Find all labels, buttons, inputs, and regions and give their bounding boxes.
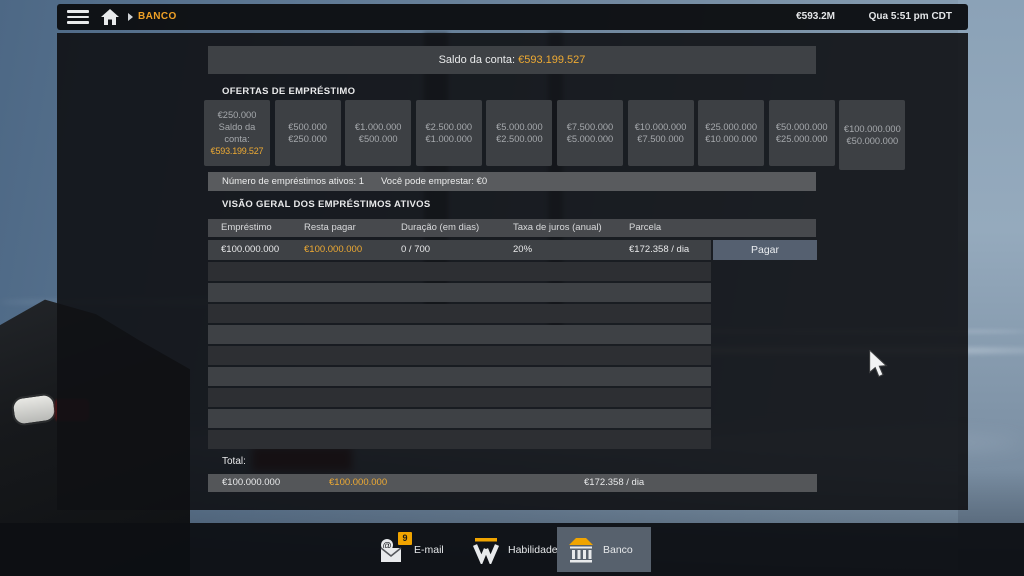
loans-total-row: €100.000.000 €100.000.000 €172.358 / dia	[208, 474, 817, 492]
total-label: Total:	[222, 456, 246, 467]
loan-offer-tile[interactable]: €5.000.000 €2.500.000	[486, 100, 552, 166]
table-row	[208, 409, 711, 428]
loan-installment: €172.358 / dia	[629, 240, 689, 260]
col-parcela: Parcela	[629, 219, 661, 237]
loan-offer-tile[interactable]: €7.500.000 €5.000.000	[557, 100, 623, 166]
table-row	[208, 325, 711, 344]
table-row	[208, 388, 711, 407]
total-installment: €172.358 / dia	[584, 474, 644, 492]
pay-loan-button[interactable]: Pagar	[713, 240, 817, 260]
bottom-tab-bar: @ 9 E-mail Habilidades	[0, 523, 1024, 576]
email-icon: @ 9	[378, 536, 406, 564]
breadcrumb-arrow-icon	[128, 13, 133, 21]
col-resta-pagar: Resta pagar	[304, 219, 356, 237]
loan-offer-tile[interactable]: €250.000 Saldo da conta: €593.199.527	[204, 100, 270, 166]
tab-skills[interactable]: Habilidades	[462, 527, 556, 572]
home-icon[interactable]	[99, 8, 121, 26]
loan-interest: 20%	[513, 240, 532, 260]
loan-status-bar: Número de empréstimos ativos: 1 Você pod…	[208, 172, 816, 191]
loan-offer-tile[interactable]: €500.000 €250.000	[275, 100, 341, 166]
loan-amount: €100.000.000	[221, 240, 279, 260]
account-balance-label: Saldo da conta:	[439, 54, 515, 66]
total-loan-amount: €100.000.000	[222, 474, 280, 492]
loan-offer-tile[interactable]: €1.000.000 €500.000	[345, 100, 411, 166]
game-screen: BANCO €593.2M Qua 5:51 pm CDT Saldo da c…	[0, 0, 1024, 576]
table-row	[208, 346, 711, 365]
skills-icon	[472, 536, 500, 564]
account-balance-bar: Saldo da conta: €593.199.527	[208, 46, 816, 74]
loan-remaining: €100.000.000	[304, 240, 362, 260]
table-row	[208, 262, 711, 281]
tab-bank[interactable]: Banco	[557, 527, 651, 572]
email-unread-badge: 9	[398, 532, 412, 545]
bank-icon	[567, 536, 595, 564]
loan-offer-tile[interactable]: €10.000.000 €7.500.000	[628, 100, 694, 166]
table-row	[208, 304, 711, 323]
loan-duration: 0 / 700	[401, 240, 430, 260]
loan-offers-heading: OFERTAS DE EMPRÉSTIMO	[222, 86, 355, 97]
tile-balance-value: €593.199.527	[211, 145, 264, 157]
menu-icon[interactable]	[67, 10, 89, 24]
tab-email[interactable]: @ 9 E-mail	[368, 527, 462, 572]
game-datetime: Qua 5:51 pm CDT	[869, 11, 952, 22]
loan-offer-tile[interactable]: €2.500.000 €1.000.000	[416, 100, 482, 166]
mouse-cursor	[868, 350, 888, 383]
col-taxa: Taxa de juros (anual)	[513, 219, 602, 237]
loans-table-header: Empréstimo Resta pagar Duração (em dias)…	[208, 219, 816, 237]
table-row	[208, 430, 711, 449]
loan-offer-tile[interactable]: €50.000.000 €25.000.000	[769, 100, 835, 166]
col-emprestimo: Empréstimo	[221, 219, 272, 237]
player-balance: €593.2M	[796, 11, 835, 22]
active-loans-heading: VISÃO GERAL DOS EMPRÉSTIMOS ATIVOS	[222, 199, 431, 210]
loan-table-row: €100.000.000 €100.000.000 0 / 700 20% €1…	[208, 240, 711, 260]
table-row	[208, 283, 711, 302]
table-row	[208, 367, 711, 386]
account-balance-value: €593.199.527	[518, 54, 585, 66]
active-loans-count: Número de empréstimos ativos: 1	[222, 172, 364, 191]
col-duracao: Duração (em dias)	[401, 219, 479, 237]
borrow-capacity: Você pode emprestar: €0	[381, 172, 487, 191]
loan-offer-tiles: €250.000 Saldo da conta: €593.199.527 €5…	[204, 100, 906, 170]
total-remaining: €100.000.000	[329, 474, 387, 492]
breadcrumb[interactable]: BANCO	[138, 11, 177, 22]
loan-offer-tile[interactable]: €25.000.000 €10.000.000	[698, 100, 764, 166]
top-bar: BANCO €593.2M Qua 5:51 pm CDT	[57, 4, 968, 30]
loan-offer-tile[interactable]: €100.000.000 €50.000.000	[839, 100, 905, 170]
